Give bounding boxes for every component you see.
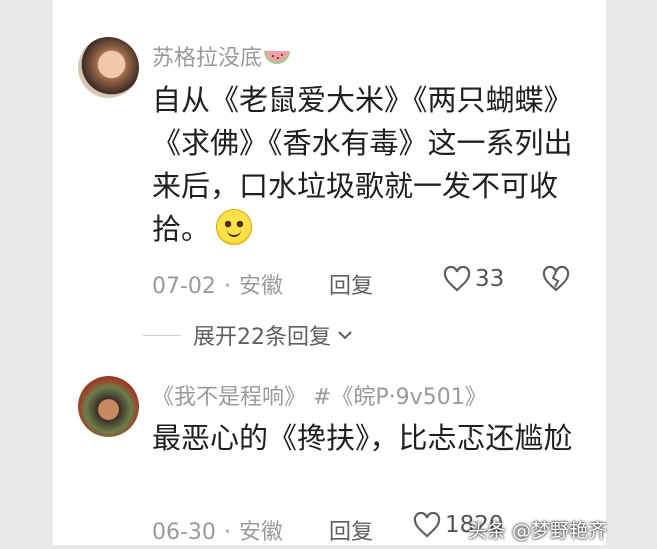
reply-button[interactable]: 回复 (329, 268, 373, 300)
comment-text: 自从《老鼠爱大米》《两只蝴蝶》《求佛》《香水有毒》这一系列出来后，口水垃圾歌就一… (152, 83, 573, 246)
heart-icon (413, 512, 441, 538)
avatar[interactable] (78, 376, 139, 437)
watermelon-icon (264, 50, 291, 64)
divider (143, 334, 181, 336)
smile-emoji-icon (216, 209, 253, 245)
heart-icon (443, 266, 471, 292)
comment-text: 最恶心的《搀扶》，比忐忑还尴尬 (152, 421, 573, 455)
avatar[interactable] (78, 37, 139, 98)
like-button[interactable]: 33 (443, 266, 504, 292)
comment-date: 07-02 (152, 274, 216, 299)
comment-username[interactable]: 《我不是程响》 #《皖P·9v501》 (152, 379, 487, 411)
comment-username[interactable]: 苏格拉没底 (152, 40, 291, 72)
comment-location: 安徽 (238, 520, 283, 545)
broken-heart-icon[interactable] (541, 264, 571, 294)
watermark: 头条 @梦野艳齐 (468, 520, 608, 542)
comment-meta: 06-30 · 安徽 (152, 514, 283, 546)
right-margin (606, 0, 657, 549)
comment-date: 06-30 (152, 520, 216, 545)
separator-dot: · (223, 520, 231, 545)
expand-replies-button[interactable]: 展开22条回复 (143, 319, 353, 351)
like-count: 33 (475, 266, 505, 292)
comment-list: 苏格拉没底 自从《老鼠爱大米》《两只蝴蝶》《求佛》《香水有毒》这一系列出来后，口… (53, 0, 606, 549)
left-margin (0, 0, 53, 549)
comment-meta: 07-02 · 安徽 (152, 268, 283, 300)
reply-button[interactable]: 回复 (329, 514, 373, 546)
bottom-strip (0, 545, 657, 549)
separator-dot: · (223, 274, 231, 299)
chevron-down-icon (338, 331, 352, 340)
comment-location: 安徽 (238, 274, 283, 299)
